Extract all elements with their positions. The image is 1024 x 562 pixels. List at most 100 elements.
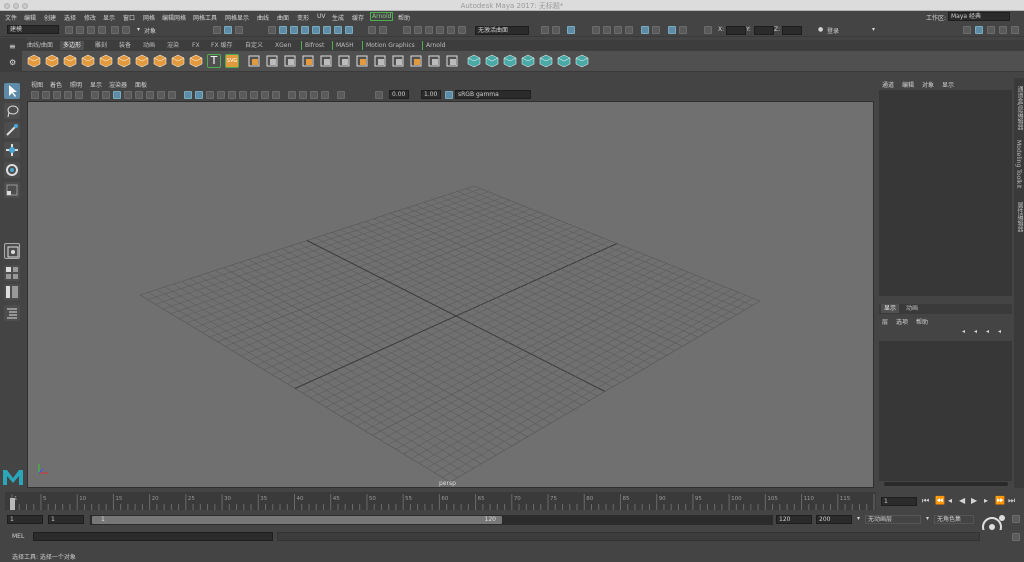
start-time-field[interactable]: 1	[7, 515, 43, 524]
undo-icon[interactable]	[111, 26, 119, 34]
auto-uv-icon[interactable]	[485, 54, 499, 68]
channel-object-menu[interactable]: 对象	[922, 80, 934, 89]
pyramid-icon[interactable]	[171, 54, 185, 68]
step-forward-frame-icon[interactable]: ▸	[984, 496, 988, 505]
pipe-icon[interactable]	[189, 54, 203, 68]
menu-surfaces[interactable]: 曲面	[277, 13, 289, 22]
shadows-icon[interactable]	[239, 91, 247, 99]
select-dynamic-icon[interactable]	[323, 26, 331, 34]
tab-bifrost[interactable]: Bifrost	[301, 41, 327, 50]
command-input[interactable]	[33, 532, 273, 541]
shelf-settings-icon[interactable]: ≡	[9, 42, 16, 51]
ambient-occlusion-icon[interactable]	[250, 91, 258, 99]
channels-menu[interactable]: 通道	[882, 80, 894, 89]
attribute-editor-icon[interactable]	[975, 26, 983, 34]
gamma-icon[interactable]	[375, 91, 383, 99]
plane-icon[interactable]	[117, 54, 131, 68]
bevel-icon[interactable]	[355, 54, 369, 68]
side-tab-channel-box[interactable]: 通道盒/层编辑器	[1015, 86, 1024, 130]
light-editor-icon[interactable]	[668, 26, 676, 34]
tab-motion-graphics[interactable]: Motion Graphics	[362, 41, 418, 50]
smooth-shade-icon[interactable]	[195, 91, 203, 99]
cone-icon[interactable]	[81, 54, 95, 68]
arnold-render-icon[interactable]	[679, 26, 687, 34]
prism-icon[interactable]	[153, 54, 167, 68]
render-current-icon[interactable]	[603, 26, 611, 34]
safe-title-icon[interactable]	[168, 91, 176, 99]
default-material-icon[interactable]	[206, 91, 214, 99]
channel-edit-menu[interactable]: 编辑	[902, 80, 914, 89]
disc-icon[interactable]	[135, 54, 149, 68]
tab-fx[interactable]: FX	[189, 41, 203, 50]
uv-editor-icon[interactable]	[539, 54, 553, 68]
modeling-toolkit-icon[interactable]	[963, 26, 971, 34]
output-ops-icon[interactable]	[552, 26, 560, 34]
snap-grid-icon[interactable]	[403, 26, 411, 34]
hierarchy-mode-icon[interactable]	[213, 26, 221, 34]
tab-polygons[interactable]: 多边形	[60, 41, 85, 50]
menu-modify[interactable]: 修改	[84, 13, 96, 22]
checker-icon[interactable]	[557, 54, 571, 68]
viewport-menu-show[interactable]: 显示	[90, 80, 102, 89]
wireframe-icon[interactable]	[184, 91, 192, 99]
image-plane-icon[interactable]	[64, 91, 72, 99]
layer-help-menu[interactable]: 帮助	[916, 317, 928, 326]
construction-history-icon[interactable]	[567, 26, 575, 34]
chevron-down-icon[interactable]: ▾	[857, 515, 860, 522]
redo-icon[interactable]	[122, 26, 130, 34]
viewport-menu-panels[interactable]: 面板	[135, 80, 147, 89]
menu-uv[interactable]: UV	[317, 13, 326, 20]
tab-arnold[interactable]: Arnold	[422, 41, 448, 50]
tab-mash[interactable]: MASH	[332, 41, 357, 50]
script-editor-icon[interactable]	[1012, 533, 1020, 541]
mirror-icon[interactable]	[319, 54, 333, 68]
hypershade-icon[interactable]	[641, 26, 649, 34]
channel-show-menu[interactable]: 显示	[942, 80, 954, 89]
bookmark-icon[interactable]	[53, 91, 61, 99]
snap-projected-icon[interactable]	[436, 26, 444, 34]
tab-display-layers[interactable]: 显示	[881, 304, 900, 313]
cylinder-icon[interactable]	[63, 54, 77, 68]
range-handle[interactable]: 1 120	[92, 516, 502, 524]
lasso-tool-icon[interactable]	[4, 103, 20, 119]
symmetry-icon[interactable]	[575, 54, 589, 68]
render-settings-icon[interactable]	[625, 26, 633, 34]
select-surface-icon[interactable]	[301, 26, 309, 34]
channel-box-icon[interactable]	[999, 26, 1007, 34]
select-handle-icon[interactable]	[268, 26, 276, 34]
exposure-field[interactable]: 0.00	[389, 90, 409, 99]
select-tool-icon[interactable]	[4, 83, 20, 99]
camera-icon[interactable]	[31, 91, 39, 99]
xray-components-icon[interactable]	[321, 91, 329, 99]
fill-hole-icon[interactable]	[409, 54, 423, 68]
tab-rigging[interactable]: 装备	[116, 41, 134, 50]
x-field[interactable]	[726, 26, 746, 35]
workspace-select[interactable]: Maya 经典	[948, 12, 1010, 21]
viewport-menu-view[interactable]: 视图	[31, 80, 43, 89]
menu-mesh[interactable]: 网格	[143, 13, 155, 22]
render-view-icon[interactable]	[592, 26, 600, 34]
play-backward-icon[interactable]: ◀	[959, 496, 965, 505]
layer-scrollbar[interactable]	[884, 482, 1008, 486]
gate-mask-icon[interactable]	[135, 91, 143, 99]
extrude-icon[interactable]	[337, 54, 351, 68]
tab-custom[interactable]: 自定义	[242, 41, 266, 50]
go-to-start-icon[interactable]: ⏮	[922, 496, 929, 506]
layers-menu[interactable]: 层	[882, 317, 888, 326]
xray-joints-icon[interactable]	[310, 91, 318, 99]
channel-box-area[interactable]	[879, 90, 1012, 296]
menu-mesh-tools[interactable]: 网格工具	[193, 13, 217, 22]
smooth-icon[interactable]	[283, 54, 297, 68]
layer-move-down-icon[interactable]: ◂	[974, 328, 977, 335]
menu-deform[interactable]: 变形	[297, 13, 309, 22]
menu-curves[interactable]: 曲线	[257, 13, 269, 22]
film-gate-icon[interactable]	[113, 91, 121, 99]
target-weld-icon[interactable]	[445, 54, 459, 68]
new-layer-icon[interactable]: ◂	[986, 328, 989, 335]
range-bar[interactable]: 1 120	[90, 515, 773, 525]
open-scene-icon[interactable]	[76, 26, 84, 34]
save-scene-icon[interactable]	[87, 26, 95, 34]
menu-window[interactable]: 窗口	[123, 13, 135, 22]
grease-pencil-icon[interactable]	[91, 91, 99, 99]
ipr-render-icon[interactable]	[614, 26, 622, 34]
